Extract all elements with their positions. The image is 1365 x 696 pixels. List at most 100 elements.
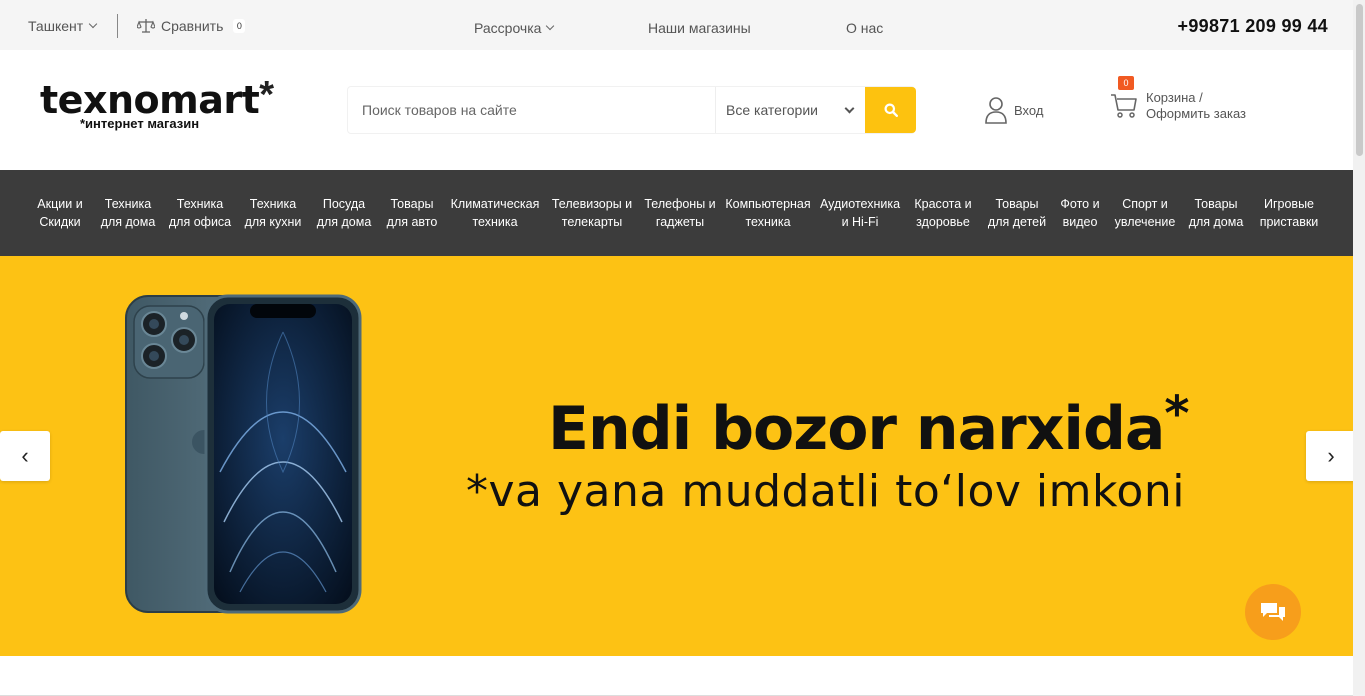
- category-nav-label-line1: Спорт и: [1122, 197, 1168, 211]
- login-label: Вход: [1014, 102, 1044, 118]
- category-nav-label-line1: Акции и: [37, 197, 83, 211]
- category-nav-label-line2: для дома: [100, 215, 156, 229]
- page: Ташкент Сравнить 0 Рассрочка Наши магази…: [0, 0, 1365, 696]
- category-nav-label-line1: Товары: [390, 197, 434, 211]
- category-nav-item[interactable]: Товары для детей: [988, 195, 1046, 231]
- category-nav-label-line2: Скидки: [39, 215, 81, 229]
- hero-subtitle: *va yana muddatli to‘lov imkoni: [466, 466, 1185, 517]
- category-nav-label-line2: для кухни: [244, 215, 302, 229]
- category-nav-item[interactable]: Товары для дома: [1189, 195, 1244, 231]
- installment-label: Рассрочка: [474, 20, 542, 36]
- category-nav-label-line2: для офиса: [168, 215, 232, 229]
- search-input[interactable]: [348, 87, 715, 133]
- category-nav-item[interactable]: Телефоны и гаджеты: [644, 195, 715, 231]
- category-nav-label-line2: увлечение: [1114, 215, 1176, 229]
- scales-icon: [137, 19, 155, 33]
- cart-link[interactable]: 0 Корзина / Оформить заказ: [1110, 76, 1247, 122]
- category-nav-item[interactable]: Климатическая техника: [451, 195, 540, 231]
- chat-icon: [1261, 603, 1285, 621]
- category-nav-label-line2: для дома: [316, 215, 372, 229]
- search-button[interactable]: [865, 87, 916, 133]
- category-nav-label-line1: Компьютерная: [725, 197, 811, 211]
- category-nav-label-line1: Фото и: [1060, 197, 1100, 211]
- category-nav-item[interactable]: Спорт и увлечение: [1115, 195, 1176, 231]
- category-select-label: Все категории: [726, 102, 818, 118]
- category-nav-item[interactable]: Техника для офиса: [169, 195, 231, 231]
- category-nav-label-line2: приставки: [1259, 215, 1319, 229]
- category-nav-label-line2: для детей: [987, 215, 1047, 229]
- category-nav-item[interactable]: Красота и здоровье: [914, 195, 971, 231]
- stores-label: Наши магазины: [648, 20, 751, 36]
- scrollbar-thumb[interactable]: [1356, 4, 1363, 156]
- hero-title: Endi bozor narxida*: [548, 386, 1190, 464]
- top-bar: Ташкент Сравнить 0 Рассрочка Наши магази…: [0, 0, 1353, 50]
- chevron-down-icon: [88, 19, 98, 29]
- category-nav-label-line1: Товары: [1194, 197, 1238, 211]
- category-nav-label-line1: Товары: [995, 197, 1039, 211]
- category-nav-item[interactable]: Товары для авто: [387, 195, 438, 231]
- compare-count-badge: 0: [233, 19, 246, 33]
- category-nav-label-line2: телекарты: [561, 215, 623, 229]
- category-nav-label-line1: Телефоны и: [644, 197, 716, 211]
- category-nav-label-line2: видео: [1062, 215, 1098, 229]
- about-link[interactable]: О нас: [846, 20, 883, 36]
- category-nav-label-line1: Техника: [104, 197, 152, 211]
- category-nav-label-line1: Техника: [249, 197, 297, 211]
- category-nav-label-line2: для дома: [1188, 215, 1244, 229]
- compare-link[interactable]: Сравнить 0: [137, 18, 246, 34]
- category-nav-label-line2: гаджеты: [655, 215, 705, 229]
- category-nav-item[interactable]: Техника для кухни: [245, 195, 302, 231]
- category-nav-item[interactable]: Компьютерная техника: [725, 195, 810, 231]
- category-nav-label-line1: Климатическая: [450, 197, 540, 211]
- search-icon: [884, 103, 898, 117]
- divider: [117, 14, 118, 38]
- category-nav-label-line2: техника: [472, 215, 518, 229]
- category-nav-label-line2: здоровье: [916, 215, 970, 229]
- search-bar: Все категории: [347, 86, 916, 134]
- category-nav-item[interactable]: Телевизоры и телекарты: [552, 195, 632, 231]
- page-scrollbar[interactable]: [1353, 0, 1365, 696]
- user-icon: [985, 97, 1007, 124]
- category-nav-label-line1: Телевизоры и: [551, 197, 633, 211]
- category-nav-label-line2: и Hi-Fi: [841, 215, 879, 229]
- cart-icon: [1111, 94, 1137, 118]
- chevron-right-icon: ›: [1327, 443, 1335, 468]
- logo-star: *: [259, 74, 275, 116]
- hero-title-text: Endi bozor narxida: [548, 394, 1165, 464]
- cart-label: Корзина /: [1146, 90, 1203, 105]
- category-nav-label-line1: Игровые: [1263, 197, 1315, 211]
- stores-link[interactable]: Наши магазины: [648, 20, 751, 36]
- hero-banner[interactable]: Endi bozor narxida* *va yana muddatli to…: [0, 256, 1353, 656]
- category-nav-label-line1: Аудиотехника: [819, 197, 901, 211]
- category-nav-label-line1: Посуда: [322, 197, 366, 211]
- chevron-down-icon: [546, 21, 555, 31]
- chevron-left-icon: ‹: [21, 443, 29, 468]
- header: texnomart* *интернет магазин Все категор…: [0, 50, 1353, 170]
- chat-button[interactable]: [1245, 584, 1301, 640]
- category-nav-label-line1: Красота и: [914, 197, 972, 211]
- category-select[interactable]: Все категории: [715, 87, 865, 133]
- category-nav-item[interactable]: Аудиотехника и Hi-Fi: [820, 195, 900, 231]
- login-link[interactable]: Вход: [984, 96, 1043, 124]
- category-nav: Акции и Скидки Техника для дома Техника для о…: [0, 170, 1353, 256]
- city-selector[interactable]: Ташкент: [28, 18, 98, 34]
- chevron-down-icon: [844, 103, 855, 113]
- category-nav-label-line2: для авто: [386, 215, 438, 229]
- category-nav-item[interactable]: Посуда для дома: [317, 195, 372, 231]
- city-label: Ташкент: [28, 18, 84, 34]
- category-nav-item[interactable]: Игровые приставки: [1260, 195, 1319, 231]
- category-nav-item[interactable]: Техника для дома: [101, 195, 156, 231]
- category-nav-item[interactable]: Акции и Скидки: [37, 195, 82, 231]
- smartphone-image: [125, 294, 362, 614]
- checkout-label: Оформить заказ: [1146, 106, 1247, 121]
- installment-link[interactable]: Рассрочка: [474, 20, 555, 36]
- slider-prev-button[interactable]: ‹: [0, 431, 50, 481]
- logo[interactable]: texnomart* *интернет магазин: [40, 76, 274, 131]
- slider-next-button[interactable]: ›: [1306, 431, 1353, 481]
- category-nav-label-line1: Техника: [176, 197, 224, 211]
- about-label: О нас: [846, 20, 884, 36]
- phone-number[interactable]: +99871 209 99 44: [1178, 16, 1328, 37]
- category-nav-label-line2: техника: [745, 215, 791, 229]
- cart-count-badge: 0: [1118, 76, 1134, 90]
- category-nav-item[interactable]: Фото и видео: [1060, 195, 1099, 231]
